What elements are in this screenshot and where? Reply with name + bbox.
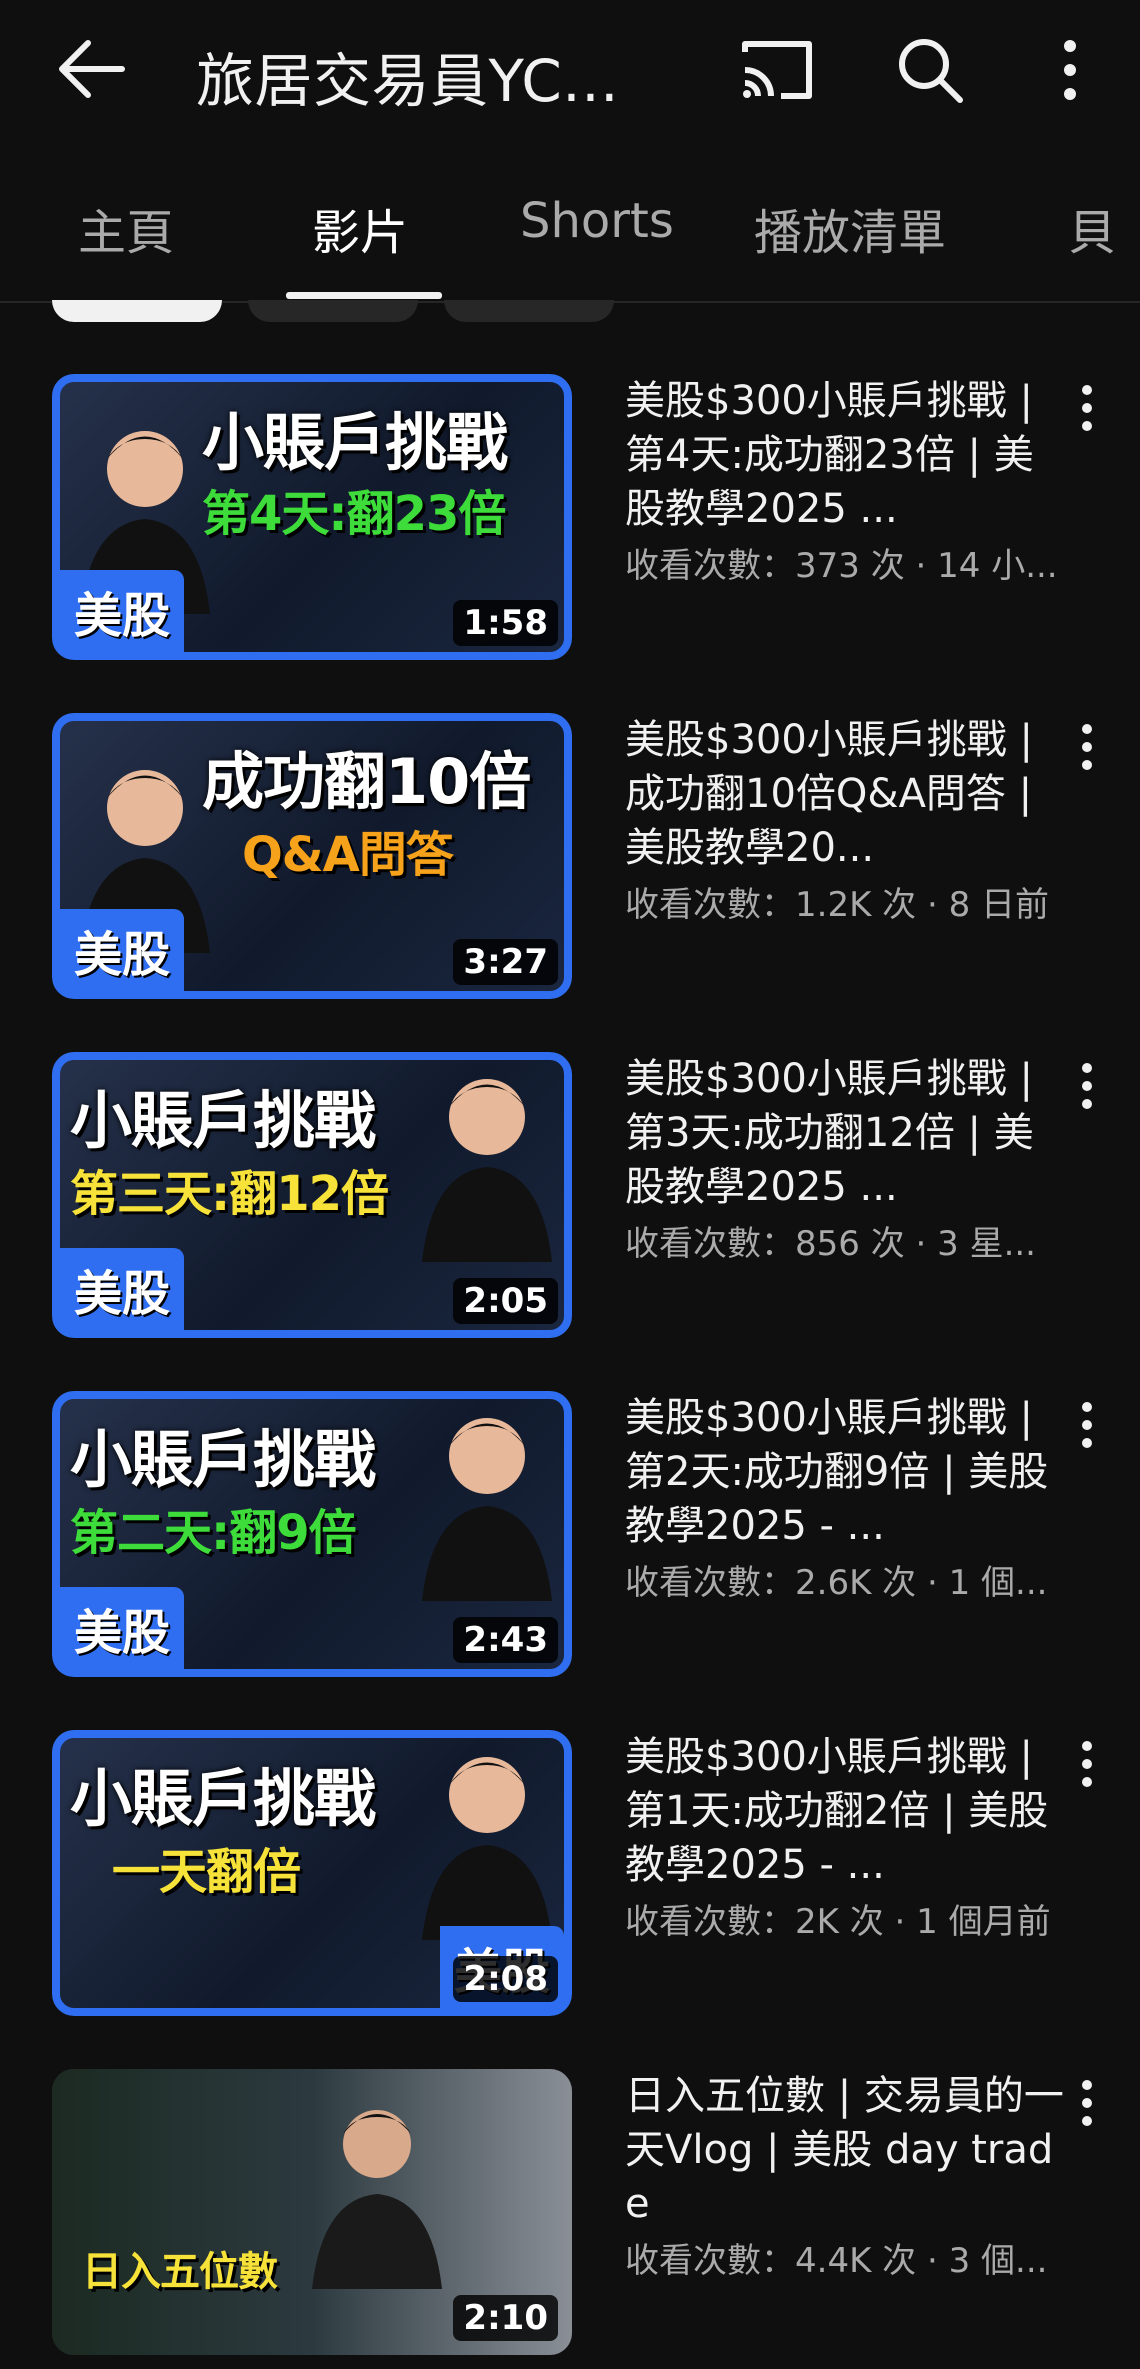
video-thumbnail[interactable]: 成功翻10倍 Q&A問答 美股 3:27 <box>52 713 572 999</box>
video-meta: 收看次數：856 次 · 3 星... <box>625 1224 1036 1264</box>
filter-chip-popular[interactable] <box>248 300 418 322</box>
more-vert-icon <box>1082 2080 1092 2126</box>
video-more-button[interactable] <box>1072 1395 1102 1455</box>
search-button[interactable] <box>888 30 972 110</box>
video-item[interactable]: 小賬戶挑戰 第三天:翻12倍 美股 2:05 美股$300小賬戶挑戰 | 第3天… <box>0 1052 1140 1352</box>
back-button[interactable] <box>52 32 132 106</box>
video-title[interactable]: 美股$300小賬戶挑戰 | 第3天:成功翻12倍 | 美股教學2025 ... <box>625 1052 1065 1214</box>
channel-tabs: 主頁 影片 Shorts 播放清單 貝 <box>0 165 1140 303</box>
tab-home[interactable]: 主頁 <box>78 193 174 263</box>
video-title[interactable]: 美股$300小賬戶挑戰 | 成功翻10倍Q&A問答 | 美股教學20... <box>625 713 1065 875</box>
video-duration: 2:10 <box>453 2295 558 2341</box>
tab-playlists[interactable]: 播放清單 <box>754 193 946 263</box>
video-thumbnail[interactable]: 小賬戶挑戰 第4天:翻23倍 美股 1:58 <box>52 374 572 660</box>
video-thumbnail[interactable]: 小賬戶挑戰 第二天:翻9倍 美股 2:43 <box>52 1391 572 1677</box>
video-item[interactable]: 成功翻10倍 Q&A問答 美股 3:27 美股$300小賬戶挑戰 | 成功翻10… <box>0 713 1140 1013</box>
host-figure <box>312 2110 442 2289</box>
tab-videos[interactable]: 影片 <box>312 193 408 263</box>
video-info: 美股$300小賬戶挑戰 | 第1天:成功翻2倍 | 美股教學2025 - ...… <box>625 1730 1065 1943</box>
video-more-button[interactable] <box>1072 378 1102 438</box>
tab-posts[interactable]: 貝 <box>1068 193 1116 263</box>
more-vert-icon <box>1064 40 1076 100</box>
cast-icon <box>742 41 812 99</box>
more-vert-icon <box>1082 724 1092 770</box>
video-info: 美股$300小賬戶挑戰 | 成功翻10倍Q&A問答 | 美股教學20... 收看… <box>625 713 1065 926</box>
video-info: 美股$300小賬戶挑戰 | 第3天:成功翻12倍 | 美股教學2025 ... … <box>625 1052 1065 1265</box>
more-vert-icon <box>1082 385 1092 431</box>
video-title[interactable]: 美股$300小賬戶挑戰 | 第1天:成功翻2倍 | 美股教學2025 - ... <box>625 1730 1065 1892</box>
filter-chip-latest[interactable] <box>52 300 222 322</box>
filter-chip-oldest[interactable] <box>444 300 614 322</box>
top-app-bar: 旅居交易員YC... <box>0 0 1140 140</box>
more-vert-icon <box>1082 1063 1092 1109</box>
video-meta: 收看次數：1.2K 次 · 8 日前 <box>625 885 1050 925</box>
video-title[interactable]: 美股$300小賬戶挑戰 | 第4天:成功翻23倍 | 美股教學2025 ... <box>625 374 1065 536</box>
video-more-button[interactable] <box>1072 1734 1102 1794</box>
video-item[interactable]: 小賬戶挑戰 第二天:翻9倍 美股 2:43 美股$300小賬戶挑戰 | 第2天:… <box>0 1391 1140 1691</box>
cast-button[interactable] <box>735 30 819 110</box>
channel-title: 旅居交易員YC... <box>196 47 620 115</box>
thumb-subtitle: 日入五位數 <box>82 2249 278 2295</box>
more-options-button[interactable] <box>1045 30 1095 110</box>
video-thumbnail[interactable]: 小賬戶挑戰 第三天:翻12倍 美股 2:05 <box>52 1052 572 1338</box>
video-meta: 收看次數：2.6K 次 · 1 個... <box>625 1563 1048 1603</box>
video-more-button[interactable] <box>1072 2073 1102 2133</box>
more-vert-icon <box>1082 1402 1092 1448</box>
video-thumbnail[interactable]: 小賬戶挑戰 一天翻倍 美股 2:08 <box>52 1730 572 2016</box>
more-vert-icon <box>1082 1741 1092 1787</box>
video-info: 美股$300小賬戶挑戰 | 第2天:成功翻9倍 | 美股教學2025 - ...… <box>625 1391 1065 1604</box>
video-more-button[interactable] <box>1072 717 1102 777</box>
video-info: 美股$300小賬戶挑戰 | 第4天:成功翻23倍 | 美股教學2025 ... … <box>625 374 1065 587</box>
video-thumbnail[interactable]: 日入五位數 2:10 <box>52 2069 572 2355</box>
search-icon <box>899 39 963 103</box>
video-item[interactable]: 日入五位數 2:10 日入五位數 | 交易員的一天Vlog | 美股 day t… <box>0 2069 1140 2369</box>
tab-shorts[interactable]: Shorts <box>520 193 674 249</box>
video-title[interactable]: 日入五位數 | 交易員的一天Vlog | 美股 day trade <box>625 2069 1065 2231</box>
video-meta: 收看次數：2K 次 · 1 個月前 <box>625 1902 1051 1942</box>
video-more-button[interactable] <box>1072 1056 1102 1116</box>
video-meta: 收看次數：373 次 · 14 小... <box>625 546 1058 586</box>
video-meta: 收看次數：4.4K 次 · 3 個... <box>625 2241 1048 2281</box>
arrow-back-icon <box>59 40 125 98</box>
video-info: 日入五位數 | 交易員的一天Vlog | 美股 day trade 收看次數：4… <box>625 2069 1065 2282</box>
video-item[interactable]: 小賬戶挑戰 第4天:翻23倍 美股 1:58 美股$300小賬戶挑戰 | 第4天… <box>0 374 1140 674</box>
video-title[interactable]: 美股$300小賬戶挑戰 | 第2天:成功翻9倍 | 美股教學2025 - ... <box>625 1391 1065 1553</box>
active-tab-indicator <box>286 292 442 299</box>
video-item[interactable]: 小賬戶挑戰 一天翻倍 美股 2:08 美股$300小賬戶挑戰 | 第1天:成功翻… <box>0 1730 1140 2030</box>
